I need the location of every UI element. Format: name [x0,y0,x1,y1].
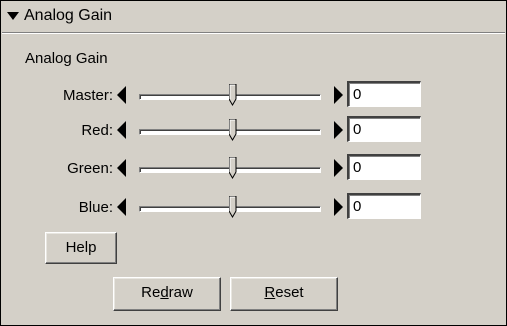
decrease-arrow-icon[interactable] [114,119,130,141]
redraw-mnemonic: d [160,284,169,301]
reset-button-label: Reset [264,284,303,301]
slider-thumb[interactable] [229,84,237,106]
increase-arrow-icon[interactable] [331,157,347,179]
slider-thumb[interactable] [229,157,237,179]
decrease-arrow-icon[interactable] [114,84,130,106]
header-divider [2,33,505,34]
slider-label: Red: [81,122,113,139]
slider-row-green: Green: [1,154,506,187]
triangle-down-icon[interactable] [7,10,19,22]
reset-button[interactable]: Reset [230,277,338,311]
redraw-button[interactable]: Redraw [113,277,221,311]
slider-thumb[interactable] [229,119,237,141]
slider-label: Master: [62,87,113,104]
slider-label: Blue: [78,199,113,216]
decrease-arrow-icon[interactable] [114,196,130,218]
slider-label: Green: [67,160,113,177]
increase-arrow-icon[interactable] [331,196,347,218]
slider-row-red: Red: [1,116,506,149]
section-header[interactable]: Analog Gain [2,2,505,33]
redraw-label-prefix: Re [141,284,161,301]
slider-row-blue: Blue: [1,193,506,226]
slider-row-master: Master: [1,81,506,114]
master-value-field[interactable] [347,81,421,107]
redraw-button-label: Redraw [141,284,193,301]
section-title: Analog Gain [24,7,113,24]
slider-thumb[interactable] [229,196,237,218]
decrease-arrow-icon[interactable] [114,157,130,179]
increase-arrow-icon[interactable] [331,84,347,106]
increase-arrow-icon[interactable] [331,119,347,141]
redraw-label-suffix: raw [168,284,193,301]
reset-label-suffix: eset [275,284,304,301]
blue-value-field[interactable] [347,193,421,219]
help-button[interactable]: Help [45,232,117,264]
red-value-field[interactable] [347,116,421,142]
help-button-label: Help [65,239,97,256]
green-value-field[interactable] [347,154,421,180]
analog-gain-panel: Analog Gain Analog Gain Master: Red: [0,0,507,326]
reset-mnemonic: R [264,284,276,301]
group-label: Analog Gain [25,50,108,67]
